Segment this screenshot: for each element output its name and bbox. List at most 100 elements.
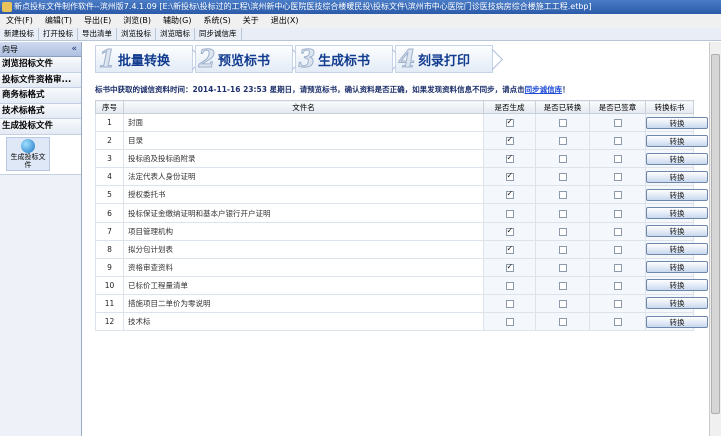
signed-checkbox[interactable] — [613, 299, 622, 308]
convert-button[interactable]: 转换 — [646, 188, 708, 201]
convert-button[interactable]: 转换 — [646, 116, 708, 129]
signed-checkbox[interactable] — [613, 281, 622, 290]
step-preview[interactable]: 2 预览标书 — [195, 45, 293, 73]
generated-checkbox[interactable] — [505, 171, 514, 182]
sync-credit-button[interactable]: 同步诚信库 — [195, 28, 242, 40]
scrollbar-thumb[interactable] — [711, 54, 720, 414]
step-batch-convert[interactable]: 1 批量转换 — [95, 45, 193, 73]
row-filename: 资格审查资料 — [123, 257, 484, 277]
signed-checkbox[interactable] — [613, 209, 622, 218]
convert-button[interactable]: 转换 — [646, 207, 708, 220]
row-convert-cell: 转换 — [645, 257, 708, 277]
converted-checkbox[interactable] — [558, 209, 567, 218]
menu-export[interactable]: 导出(E) — [78, 14, 117, 28]
table-row: 5授权委托书 转换 — [95, 185, 708, 205]
convert-button[interactable]: 转换 — [646, 225, 708, 238]
signed-checkbox[interactable] — [613, 227, 622, 236]
row-convert-cell: 转换 — [645, 112, 708, 133]
sidebar-item-technical[interactable]: 技术标格式 — [0, 103, 81, 119]
row-filename: 技术标 — [123, 312, 484, 332]
table-row: 6 投标保证金缴纳证明和基本户银行开户证明 转换 — [95, 203, 708, 223]
signed-checkbox[interactable] — [613, 318, 622, 327]
row-converted-cell — [535, 312, 590, 332]
signed-checkbox[interactable] — [613, 173, 622, 182]
convert-button[interactable]: 转换 — [646, 261, 708, 274]
generated-checkbox[interactable] — [505, 226, 514, 236]
new-bid-button[interactable]: 新建投标 — [0, 28, 39, 40]
generated-checkbox[interactable] — [505, 189, 514, 200]
row-converted-cell — [535, 203, 590, 223]
sidebar-item-qualification[interactable]: 投标文件资格审... — [0, 72, 81, 88]
convert-button[interactable]: 转换 — [646, 152, 708, 165]
generated-checkbox[interactable] — [505, 244, 514, 254]
row-generated-cell — [483, 112, 536, 133]
converted-checkbox[interactable] — [558, 263, 567, 272]
converted-checkbox[interactable] — [558, 119, 567, 128]
menu-browse[interactable]: 浏览(B) — [117, 14, 157, 28]
export-list-button[interactable]: 导出清单 — [78, 28, 117, 40]
convert-button[interactable]: 转换 — [646, 279, 708, 292]
collapse-icon[interactable]: « — [71, 44, 77, 54]
convert-button[interactable]: 转换 — [646, 315, 708, 328]
signed-checkbox[interactable] — [613, 191, 622, 200]
converted-checkbox[interactable] — [558, 245, 567, 254]
generate-bid-tool[interactable]: 生成投标文件 — [6, 136, 50, 171]
convert-button[interactable]: 转换 — [646, 297, 708, 310]
menu-bar: 文件(F) 编辑(T) 导出(E) 浏览(B) 辅助(G) 系统(S) 关于 退… — [0, 14, 721, 28]
step-generate[interactable]: 3 生成标书 — [295, 45, 393, 73]
browse-bid-button[interactable]: 浏览投标 — [117, 28, 156, 40]
sidebar-item-browse-tender[interactable]: 浏览招标文件 — [0, 57, 81, 73]
menu-exit[interactable]: 退出(X) — [265, 14, 305, 28]
generated-checkbox[interactable] — [505, 262, 514, 272]
converted-checkbox[interactable] — [558, 191, 567, 200]
step-burn-print[interactable]: 4 刻录打印 — [395, 45, 493, 73]
col-header-signed: 是否已签章 — [589, 100, 646, 114]
signed-checkbox[interactable] — [613, 263, 622, 272]
sidebar-item-commercial[interactable]: 商务标格式 — [0, 88, 81, 104]
row-generated-cell — [483, 221, 536, 241]
converted-checkbox[interactable] — [558, 299, 567, 308]
convert-button[interactable]: 转换 — [646, 170, 708, 183]
generated-checkbox[interactable] — [505, 281, 514, 290]
table-row: 10 已标价工程量清单 转换 — [95, 275, 708, 295]
signed-checkbox[interactable] — [613, 245, 622, 254]
convert-button[interactable]: 转换 — [646, 134, 708, 147]
globe-icon — [21, 138, 35, 153]
generate-bid-tool-label: 生成投标文件 — [10, 152, 46, 169]
generated-checkbox[interactable] — [505, 318, 514, 327]
browse-sealed-bid-button[interactable]: 浏览暗标 — [156, 28, 195, 40]
converted-checkbox[interactable] — [558, 318, 567, 327]
step-label: 预览标书 — [218, 53, 271, 69]
converted-checkbox[interactable] — [558, 137, 567, 146]
sidebar-item-generate[interactable]: 生成投标文件 — [0, 119, 81, 135]
converted-checkbox[interactable] — [558, 155, 567, 164]
converted-checkbox[interactable] — [558, 227, 567, 236]
row-convert-cell: 转换 — [645, 131, 708, 151]
menu-assist[interactable]: 辅助(G) — [157, 14, 197, 28]
signed-checkbox[interactable] — [613, 155, 622, 164]
menu-edit[interactable]: 编辑(T) — [39, 14, 78, 28]
row-convert-cell: 转换 — [645, 203, 708, 223]
generated-checkbox[interactable] — [505, 117, 514, 128]
menu-file[interactable]: 文件(F) — [0, 14, 39, 28]
signed-checkbox[interactable] — [613, 137, 622, 146]
converted-checkbox[interactable] — [558, 173, 567, 182]
row-signed-cell — [589, 275, 646, 295]
row-converted-cell — [535, 149, 590, 169]
open-bid-button[interactable]: 打开投标 — [39, 28, 78, 40]
generated-checkbox[interactable] — [505, 299, 514, 308]
menu-about[interactable]: 关于 — [237, 14, 265, 28]
menu-system[interactable]: 系统(S) — [197, 14, 236, 28]
convert-button[interactable]: 转换 — [646, 243, 708, 256]
generated-checkbox[interactable] — [505, 153, 514, 164]
step-number: 3 — [298, 44, 316, 73]
generated-checkbox[interactable] — [505, 135, 514, 146]
vertical-scrollbar[interactable] — [709, 42, 721, 436]
row-filename: 授权委托书 — [123, 185, 484, 205]
converted-checkbox[interactable] — [558, 281, 567, 290]
signed-checkbox[interactable] — [613, 119, 622, 128]
sync-credit-link[interactable]: 同步诚信库 — [525, 85, 563, 94]
row-filename: 法定代表人身份证明 — [123, 167, 484, 187]
row-filename: 投标保证金缴纳证明和基本户银行开户证明 — [123, 203, 484, 223]
generated-checkbox[interactable] — [505, 209, 514, 218]
